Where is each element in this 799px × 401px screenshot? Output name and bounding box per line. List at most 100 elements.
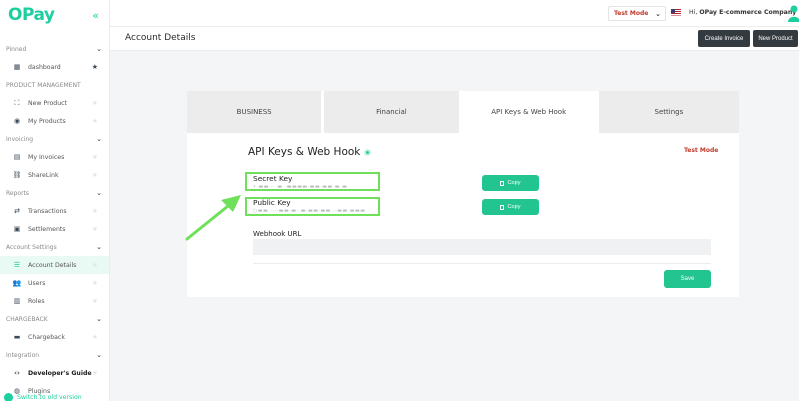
- create-invoice-button[interactable]: Create Invoice: [698, 30, 750, 47]
- sidebar-item-label: Roles: [28, 297, 45, 305]
- pin-star-icon[interactable]: ★: [92, 279, 98, 287]
- pin-star-icon[interactable]: ★: [92, 99, 98, 107]
- secret-key-value: •·▬▬··· ▬ ·▬▬▬▬·▬▬·▬▬ ▬ ▬: [253, 184, 348, 190]
- api-title-text: API Keys & Web Hook: [248, 146, 361, 158]
- sidebar-item-label: New Product: [28, 99, 67, 107]
- mode-select-value: Test Mode: [614, 10, 649, 17]
- tab-bar: BUSINESS Financial API Keys & Web Hook S…: [187, 91, 740, 133]
- us-flag-icon[interactable]: [671, 9, 681, 16]
- pin-star-icon[interactable]: ★: [92, 225, 98, 233]
- sidebar-item-my-products[interactable]: ◉ My Products ★: [0, 112, 109, 130]
- switch-old-version-link[interactable]: Switch to old version: [4, 393, 82, 401]
- section-label: CHARGEBACK: [6, 315, 48, 323]
- chevron-down-icon: ⌄: [96, 243, 102, 251]
- pin-star-icon[interactable]: ★: [92, 333, 98, 341]
- company-name: OPay E-commerce Company: [699, 9, 797, 16]
- tab-financial[interactable]: Financial: [324, 91, 459, 133]
- sidebar-item-label: dashboard: [28, 63, 61, 71]
- copy-label: Copy: [507, 180, 521, 186]
- annotation-arrow-icon: [185, 195, 241, 241]
- chevron-down-icon: ⌄: [96, 351, 102, 359]
- chevron-down-icon: ⌄: [655, 9, 661, 18]
- tab-api-keys[interactable]: API Keys & Web Hook: [461, 91, 596, 133]
- section-label: Pinned: [6, 45, 27, 53]
- user-avatar-icon[interactable]: [787, 4, 799, 22]
- roles-icon: ▥: [13, 297, 21, 305]
- users-icon: 👥: [12, 279, 22, 287]
- copy-secret-key-button[interactable]: Copy: [482, 175, 539, 191]
- test-mode-badge: Test Mode: [684, 147, 719, 154]
- invoice-icon: ▤: [13, 153, 21, 161]
- sidebar-item-new-product[interactable]: ⛶ New Product ★: [0, 94, 109, 112]
- sidebar-item-label: Developer's Guide: [28, 369, 92, 377]
- switch-label: Switch to old version: [17, 394, 82, 401]
- sidebar-item-account-details[interactable]: ☰ Account Details ★: [0, 256, 109, 274]
- chevron-down-icon: ⌄: [96, 45, 102, 53]
- page-title: Account Details: [125, 33, 196, 43]
- opay-logo[interactable]: OPay: [8, 5, 55, 25]
- webhook-url-input[interactable]: [253, 239, 711, 255]
- verified-check-icon: [364, 148, 372, 156]
- webhook-url-label: Webhook URL: [253, 230, 302, 238]
- public-key-label: Public Key: [253, 198, 291, 207]
- tab-settings[interactable]: Settings: [598, 91, 740, 133]
- pin-star-icon[interactable]: ★: [92, 369, 98, 377]
- section-label: PRODUCT MANAGEMENT: [6, 81, 81, 89]
- pin-star-icon[interactable]: ★: [92, 261, 98, 269]
- sidebar-item-label: Settlements: [28, 225, 66, 233]
- chargeback-icon: ▬: [13, 333, 21, 341]
- save-button[interactable]: Save: [664, 270, 711, 288]
- switch-icon: [4, 393, 13, 401]
- section-label: Integration: [6, 351, 40, 359]
- copy-icon: [500, 204, 505, 210]
- account-details-card: BUSINESS Financial API Keys & Web Hook S…: [187, 91, 740, 297]
- settlements-icon: ▣: [13, 225, 21, 233]
- pin-star-icon[interactable]: ★: [92, 153, 98, 161]
- pin-star-icon[interactable]: ★: [92, 297, 98, 305]
- pin-star-icon[interactable]: ★: [92, 63, 98, 71]
- transactions-icon: ⇄: [14, 207, 20, 215]
- sidebar-item-label: My Products: [28, 117, 66, 125]
- account-details-icon: ☰: [13, 261, 21, 269]
- sidebar: OPay « Pinned ⌄ ▦ dashboard ★ PRODUCT MANAG…: [0, 0, 110, 401]
- tab-business[interactable]: BUSINESS: [187, 91, 322, 133]
- pin-star-icon[interactable]: ★: [92, 117, 98, 125]
- pin-star-icon[interactable]: ★: [92, 207, 98, 215]
- sidebar-item-settlements[interactable]: ▣ Settlements ★: [0, 220, 109, 238]
- collapse-sidebar-icon[interactable]: «: [92, 9, 99, 22]
- new-product-icon: ⛶: [14, 98, 20, 107]
- chevron-down-icon: ⌄: [96, 135, 102, 143]
- sidebar-item-roles[interactable]: ▥ Roles ★: [0, 292, 109, 310]
- new-product-button[interactable]: New Product: [753, 30, 798, 47]
- pin-star-icon[interactable]: ★: [92, 171, 98, 179]
- copy-label: Copy: [507, 204, 521, 210]
- sidebar-item-my-invoices[interactable]: ▤ My Invoices ★: [0, 148, 109, 166]
- public-key-value: ○▬▬ ····▬▬·▬· ▬·▬▬·▬▬ ··▬▬ ▬▬▬: [253, 208, 366, 214]
- section-integration[interactable]: Integration ⌄: [0, 346, 109, 364]
- section-account-settings[interactable]: Account Settings ⌄: [0, 238, 109, 256]
- products-icon: ◉: [13, 117, 21, 125]
- sidebar-item-dashboard[interactable]: ▦ dashboard ★: [0, 58, 109, 76]
- section-invoicing[interactable]: Invoicing ⌄: [0, 130, 109, 148]
- greeting-prefix: Hi,: [689, 9, 698, 16]
- section-label: Invoicing: [6, 135, 34, 143]
- sidebar-item-transactions[interactable]: ⇄ Transactions ★: [0, 202, 109, 220]
- divider: [253, 263, 711, 264]
- sidebar-item-label: My Invoices: [28, 153, 65, 161]
- sidebar-item-chargeback[interactable]: ▬ Chargeback ★: [0, 328, 109, 346]
- mode-select[interactable]: Test Mode ⌄: [608, 6, 666, 21]
- chevron-down-icon: ⌄: [96, 315, 102, 323]
- sidebar-item-sharelink[interactable]: ⛓ ShareLink ★: [0, 166, 109, 184]
- section-reports[interactable]: Reports ⌄: [0, 184, 109, 202]
- sidebar-item-developers-guide[interactable]: ‹› Developer's Guide ★: [0, 364, 109, 382]
- logo-row: OPay «: [0, 0, 109, 30]
- section-chargeback[interactable]: CHARGEBACK ⌄: [0, 310, 109, 328]
- section-pinned[interactable]: Pinned ⌄: [0, 40, 109, 58]
- section-product-management: PRODUCT MANAGEMENT: [0, 76, 109, 94]
- copy-public-key-button[interactable]: Copy: [482, 199, 539, 215]
- code-icon: ‹›: [14, 369, 20, 377]
- dashboard-icon: ▦: [13, 63, 21, 71]
- sidebar-item-label: Account Details: [28, 261, 77, 269]
- sidebar-item-users[interactable]: 👥 Users ★: [0, 274, 109, 292]
- secret-key-label: Secret Key: [253, 174, 293, 183]
